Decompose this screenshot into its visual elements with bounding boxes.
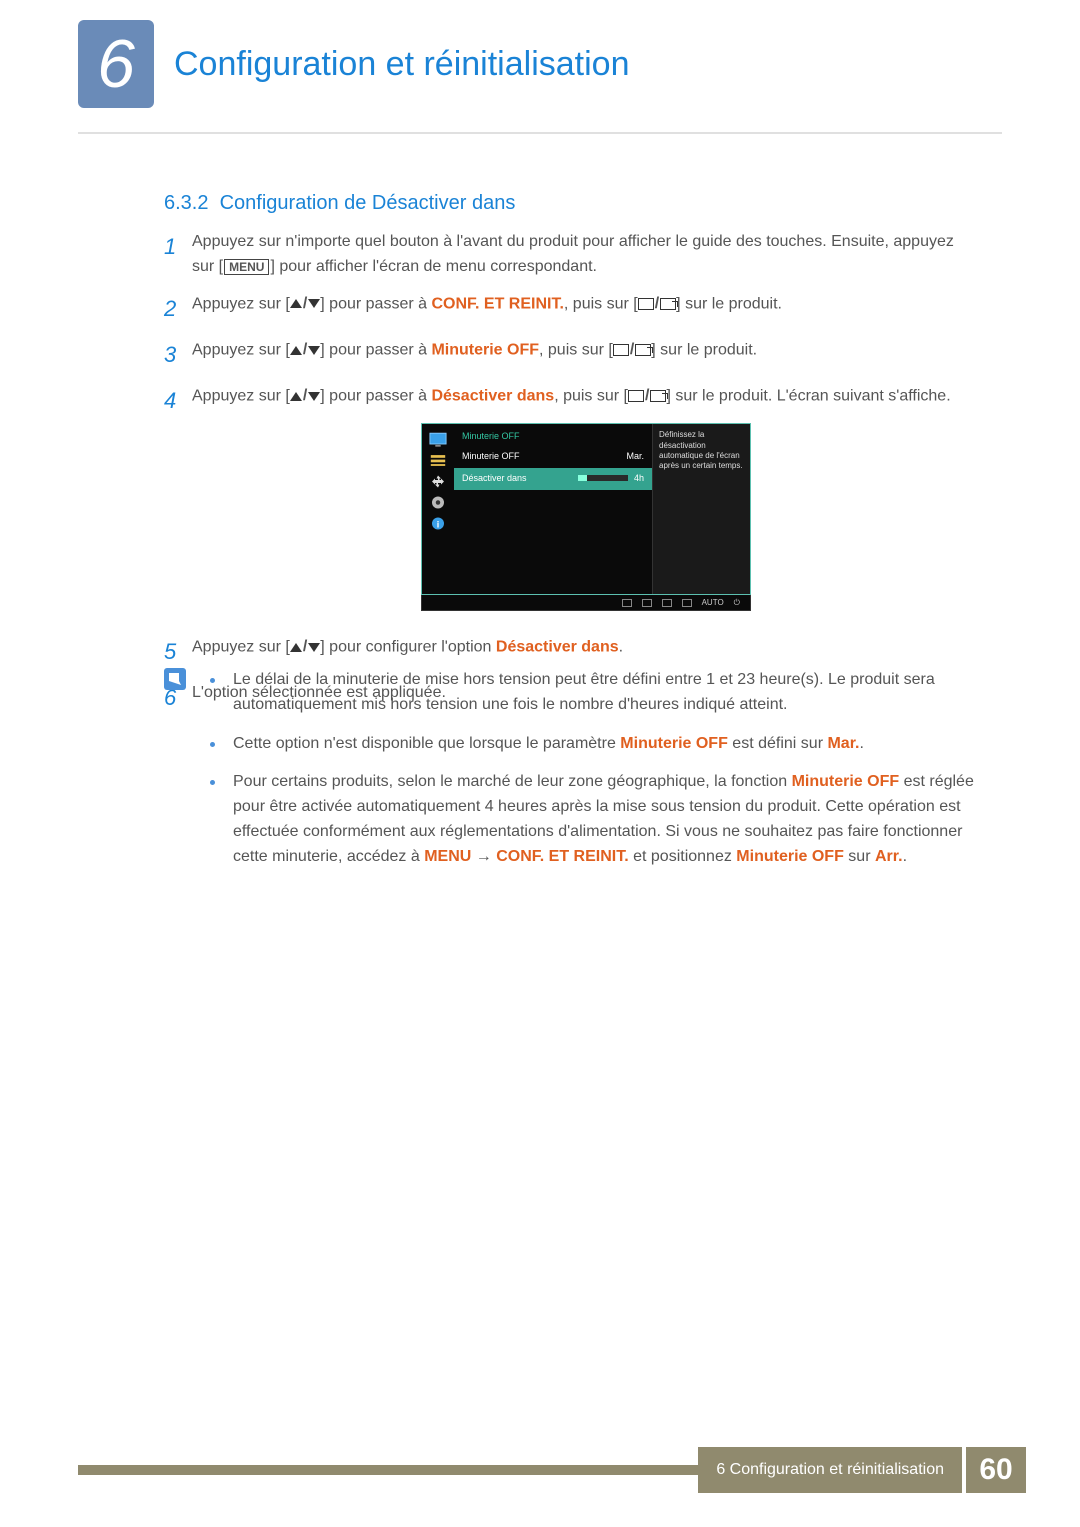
chapter-number-badge: 6 <box>78 20 154 108</box>
osd-menu-title: Minuterie OFF <box>454 424 652 446</box>
info-icon: i <box>429 516 447 531</box>
footer-bar <box>78 1465 698 1475</box>
osd-slider <box>578 475 628 481</box>
svg-text:i: i <box>437 519 440 529</box>
step-3: 3 Appuyez sur [/] pour passer à Minuteri… <box>164 338 980 372</box>
footer-page-number: 60 <box>966 1447 1026 1493</box>
menu-button-icon: MENU <box>224 259 269 275</box>
osd-help-text: Définissez la désactivation automatique … <box>652 424 750 594</box>
step-number: 2 <box>164 292 192 326</box>
osd-button-bar: AUTO ⏻ <box>421 595 751 611</box>
step-text: Appuyez sur n'importe quel bouton à l'av… <box>192 230 980 280</box>
select-enter-icon: / <box>638 292 676 317</box>
step-number: 5 <box>164 635 192 669</box>
step-number: 4 <box>164 384 192 623</box>
up-down-icon: / <box>290 292 320 317</box>
up-down-icon: / <box>290 338 320 363</box>
steps-list: 1 Appuyez sur n'importe quel bouton à l'… <box>164 230 980 727</box>
highlight-conf-reinit: CONF. ET REINIT. <box>431 295 563 312</box>
osd-sidebar: i <box>422 424 454 594</box>
step-2: 2 Appuyez sur [/] pour passer à CONF. ET… <box>164 292 980 326</box>
step-number: 1 <box>164 230 192 280</box>
list-icon <box>429 453 447 468</box>
note-bullet-1: Le délai de la minuterie de mise hors te… <box>210 668 980 718</box>
down-icon <box>642 599 652 607</box>
step-text: Appuyez sur [/] pour passer à Désactiver… <box>192 384 980 623</box>
step-5: 5 Appuyez sur [/] pour configurer l'opti… <box>164 635 980 669</box>
monitor-icon <box>429 432 447 447</box>
select-enter-icon: / <box>628 384 666 409</box>
section-heading: 6.3.2 Configuration de Désactiver dans <box>164 192 515 215</box>
page-footer: 6 Configuration et réinitialisation 60 <box>78 1447 1026 1493</box>
auto-label: AUTO <box>702 597 724 609</box>
step-text: Appuyez sur [/] pour passer à Minuterie … <box>192 338 980 372</box>
chapter-title: Configuration et réinitialisation <box>174 45 629 84</box>
section-title: Configuration de Désactiver dans <box>220 192 516 214</box>
bullet-dot-icon <box>210 742 215 747</box>
power-icon: ⏻ <box>734 597 740 609</box>
section-number: 6.3.2 <box>164 192 208 214</box>
resize-icon <box>429 474 447 489</box>
page-header: 6 Configuration et réinitialisation <box>78 20 1002 134</box>
osd-menu-panel: Minuterie OFF Minuterie OFF Mar. Désacti… <box>454 424 652 594</box>
gear-icon <box>429 495 447 510</box>
osd-row-desactiver-selected: Désactiver dans 4h <box>454 468 652 490</box>
bullet-dot-icon <box>210 678 215 683</box>
highlight-desactiver-dans: Désactiver dans <box>431 387 554 404</box>
footer-chapter-label: 6 Configuration et réinitialisation <box>698 1447 962 1493</box>
step-text: Appuyez sur [/] pour configurer l'option… <box>192 635 980 669</box>
enter-icon <box>682 599 692 607</box>
up-down-icon: / <box>290 384 320 409</box>
select-enter-icon: / <box>613 338 651 363</box>
step-number: 3 <box>164 338 192 372</box>
arrow-icon: → <box>471 848 496 865</box>
up-down-icon: / <box>290 635 320 660</box>
left-icon <box>622 599 632 607</box>
highlight-desactiver-dans: Désactiver dans <box>496 639 619 656</box>
osd-row-minuterie: Minuterie OFF Mar. <box>454 446 652 468</box>
step-1: 1 Appuyez sur n'importe quel bouton à l'… <box>164 230 980 280</box>
note-bullet-3: Pour certains produits, selon le marché … <box>210 770 980 869</box>
step-4: 4 Appuyez sur [/] pour passer à Désactiv… <box>164 384 980 623</box>
osd-screenshot: i Minuterie OFF Minuterie OFF Mar. Dés <box>192 423 980 611</box>
highlight-minuterie-off: Minuterie OFF <box>431 341 539 358</box>
note-block: Le délai de la minuterie de mise hors te… <box>164 668 980 884</box>
bullet-dot-icon <box>210 780 215 785</box>
step-text: Appuyez sur [/] pour passer à CONF. ET R… <box>192 292 980 326</box>
note-bullet-2: Cette option n'est disponible que lorsqu… <box>210 732 980 757</box>
note-icon <box>164 668 186 690</box>
up-icon <box>662 599 672 607</box>
